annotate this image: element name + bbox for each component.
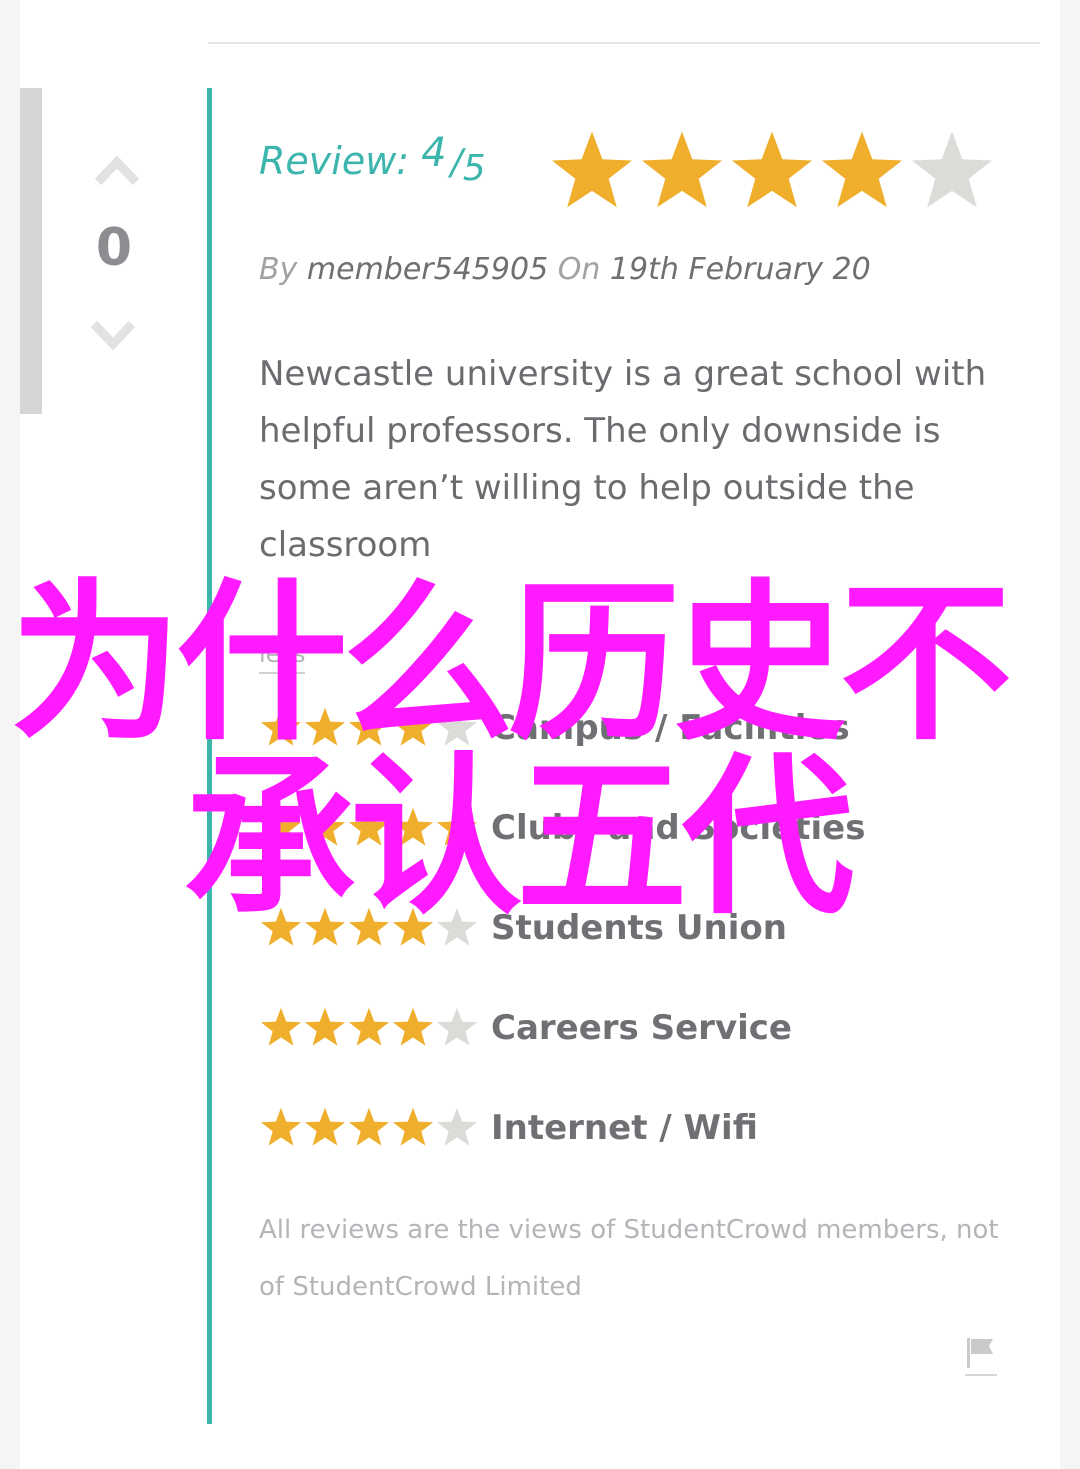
overlay-caption-line-1: 为什么历史不: [10, 563, 1012, 764]
category-rating-row: Careers Service: [259, 1004, 792, 1052]
vote-sidebar-bar: [20, 88, 42, 414]
chevron-down-icon: [90, 320, 136, 351]
review-score-slash: /: [450, 142, 463, 183]
on-label: On: [557, 252, 601, 287]
report-review-button[interactable]: [965, 1334, 997, 1378]
star-filled-icon: [641, 131, 723, 208]
star-filled-icon: [348, 1007, 390, 1046]
category-label: Careers Service: [491, 1008, 792, 1048]
star-filled-icon: [304, 1007, 346, 1046]
review-byline: By member545905 On 19th February 20: [259, 252, 871, 287]
downvote-button[interactable]: [90, 318, 136, 354]
review-date: 19th February 20: [609, 252, 871, 287]
upvote-button[interactable]: [94, 152, 140, 192]
review-author: member545905: [306, 252, 549, 287]
reviews-disclaimer: All reviews are the views of StudentCrow…: [259, 1215, 999, 1302]
star-filled-icon: [731, 131, 813, 208]
star-filled-icon: [348, 1107, 390, 1146]
flag-icon: [965, 1338, 997, 1376]
star-empty-icon: [911, 131, 993, 208]
star-empty-icon: [436, 1107, 478, 1146]
review-body: Newcastle university is a great school w…: [259, 354, 987, 565]
star-filled-icon: [392, 1107, 434, 1146]
star-empty-icon: [436, 1007, 478, 1046]
review-heading: Review: 4/5: [259, 130, 486, 189]
category-stars: [259, 1106, 479, 1150]
overlay-caption-line-2: 承认五代: [184, 737, 854, 938]
star-filled-icon: [260, 1107, 302, 1146]
review-label: Review:: [259, 139, 410, 183]
review-score-max: 5: [462, 148, 486, 189]
star-filled-icon: [821, 131, 903, 208]
star-filled-icon: [551, 131, 633, 208]
category-rating-row: Internet / Wifi: [259, 1104, 758, 1152]
review-score: 4: [421, 130, 447, 176]
category-label: Internet / Wifi: [491, 1108, 758, 1148]
chevron-up-icon: [94, 155, 140, 186]
star-filled-icon: [392, 1007, 434, 1046]
star-filled-icon: [304, 1107, 346, 1146]
by-label: By: [259, 252, 298, 287]
star-filled-icon: [260, 1007, 302, 1046]
overall-star-rating: [548, 128, 996, 224]
category-stars: [259, 1006, 479, 1050]
vote-count: 0: [95, 218, 133, 278]
top-divider: [208, 42, 1040, 44]
